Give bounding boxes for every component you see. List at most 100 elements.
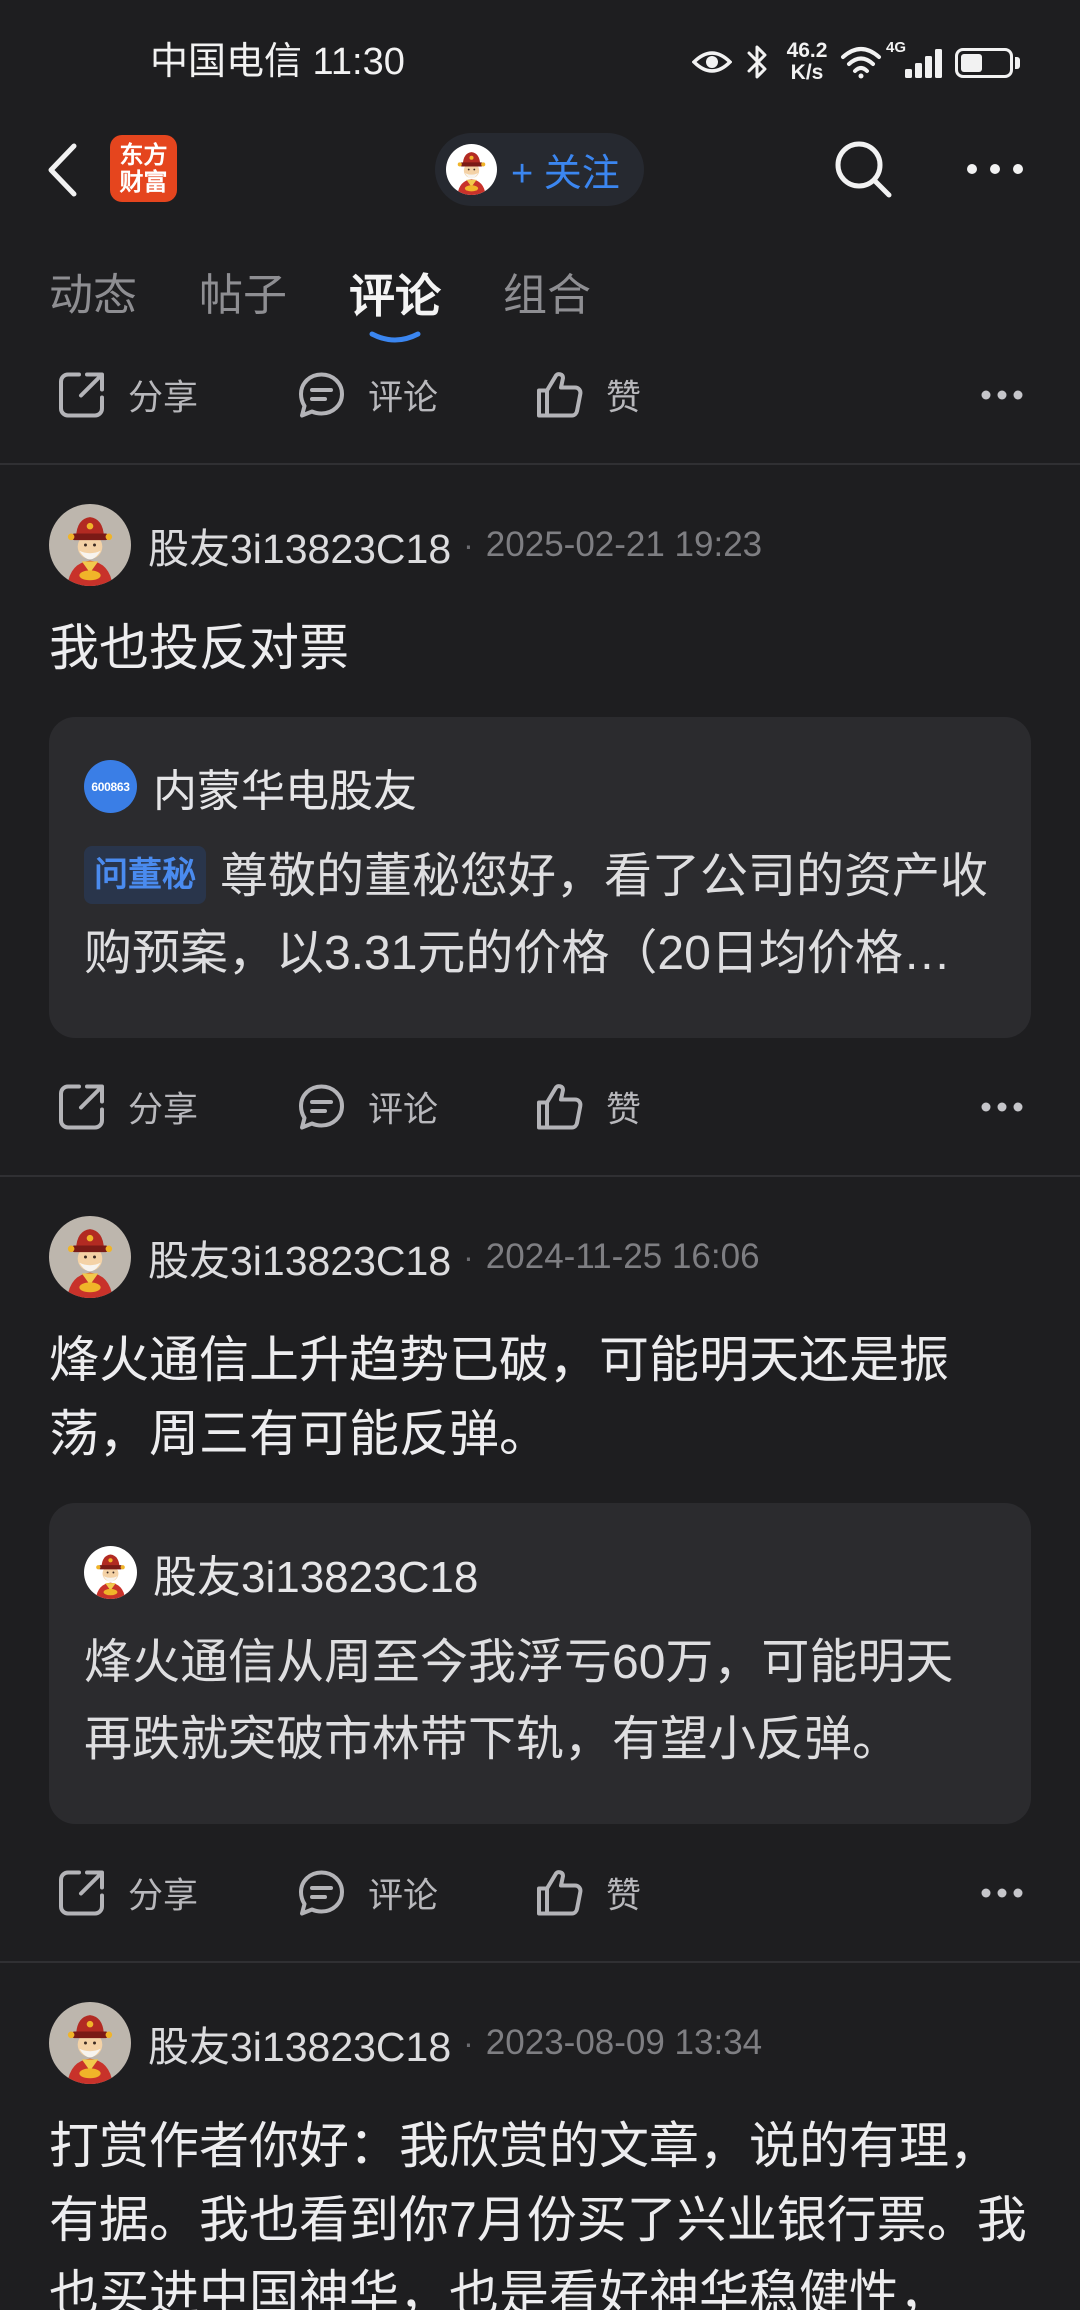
tab-comments[interactable]: 评论 xyxy=(349,256,441,343)
user-avatar-icon xyxy=(49,2002,131,2084)
app-logo-line2: 财富 xyxy=(119,168,168,196)
comment-icon xyxy=(299,1084,344,1129)
post-header: 股友3i13823C18 · 2025-02-21 19:23 xyxy=(49,504,1031,586)
app-logo: 东方 财富 xyxy=(110,135,177,202)
share-icon xyxy=(59,1870,104,1915)
username[interactable]: 股友3i13823C18 xyxy=(148,515,451,575)
avatar[interactable] xyxy=(49,504,131,586)
quoted-text: 烽火通信从周至今我浮亏60万，可能明天再跌就突破市林带下轨，有望小反弹。 xyxy=(84,1636,954,1766)
tab-label: 组合 xyxy=(503,271,591,320)
quoted-post-header: 600863 内蒙华电股友 xyxy=(84,760,996,816)
user-avatar-icon xyxy=(49,504,131,586)
comment-post: 股友3i13823C18 · 2024-11-25 16:06 烽火通信上升趋势… xyxy=(0,1177,1080,1824)
tab-portfolio[interactable]: 组合 xyxy=(503,256,591,336)
comment-button[interactable]: 评论 xyxy=(295,368,438,421)
tab-label: 动态 xyxy=(49,271,137,320)
more-options-icon[interactable] xyxy=(980,1887,1024,1899)
share-button[interactable]: 分享 xyxy=(55,1080,198,1133)
avatar xyxy=(84,1546,137,1599)
user-avatar-icon xyxy=(446,144,497,195)
comment-label: 评论 xyxy=(368,1876,439,1915)
quoted-author: 股友3i13823C18 xyxy=(153,1552,479,1602)
post-actions: 分享 评论 赞 xyxy=(0,1038,1080,1175)
like-label: 赞 xyxy=(606,378,642,417)
tab-label: 帖子 xyxy=(199,271,287,320)
profile-tabs: 动态 帖子 评论 组合 xyxy=(49,256,591,343)
comment-button[interactable]: 评论 xyxy=(295,1866,438,1919)
battery-level-fill xyxy=(961,54,982,72)
search-icon xyxy=(835,141,892,198)
stock-code-badge: 600863 xyxy=(84,760,137,813)
share-icon xyxy=(59,1084,104,1129)
post-content[interactable]: 打赏作者你好：我欣赏的文章，说的有理，有据。我也看到你7月份买了兴业银行票。我也… xyxy=(49,2109,1031,2310)
carrier-and-time: 中国电信 11:30 xyxy=(150,41,405,83)
like-icon xyxy=(537,1083,583,1129)
app-logo-line1: 东方 xyxy=(119,141,168,169)
signal-icon xyxy=(905,49,942,78)
like-button[interactable]: 赞 xyxy=(533,1080,641,1133)
more-options-icon[interactable] xyxy=(980,389,1024,401)
tab-label: 评论 xyxy=(349,270,441,322)
comment-post: 股友3i13823C18 · 2023-08-09 13:34 打赏作者你好：我… xyxy=(0,1963,1080,2310)
meta-separator: · xyxy=(463,2024,474,2061)
post-timestamp: 2024-11-25 16:06 xyxy=(485,1237,760,1276)
like-button[interactable]: 赞 xyxy=(533,1866,641,1919)
post-header: 股友3i13823C18 · 2024-11-25 16:06 xyxy=(49,1216,1031,1298)
quoted-text-block: 问董秘 尊敬的董秘您好，看了公司的资产收购预案，以3.31元的价格（20日均价格… xyxy=(84,838,996,992)
comment-post: 股友3i13823C18 · 2025-02-21 19:23 我也投反对票 6… xyxy=(0,465,1080,1038)
like-icon xyxy=(537,371,583,417)
post-content[interactable]: 烽火通信上升趋势已破，可能明天还是振荡，周三有可能反弹。 xyxy=(49,1323,1031,1471)
post-timestamp: 2023-08-09 13:34 xyxy=(485,2023,763,2062)
like-button[interactable]: 赞 xyxy=(533,368,641,421)
post-content[interactable]: 我也投反对票 xyxy=(49,611,1031,685)
share-label: 分享 xyxy=(128,378,199,417)
search-button[interactable] xyxy=(832,138,894,200)
avatar[interactable] xyxy=(49,1216,131,1298)
post-actions: 分享 评论 赞 xyxy=(0,1824,1080,1961)
follow-button[interactable]: + 关注 xyxy=(435,133,644,206)
user-avatar-icon xyxy=(49,1216,131,1298)
more-button[interactable] xyxy=(964,161,1026,177)
share-icon xyxy=(59,372,104,417)
like-label: 赞 xyxy=(606,1090,642,1129)
back-arrow-icon xyxy=(48,143,77,197)
share-button[interactable]: 分享 xyxy=(55,1866,198,1919)
comment-label: 评论 xyxy=(368,1090,439,1129)
battery-outline xyxy=(955,48,1013,78)
tab-dynamics[interactable]: 动态 xyxy=(49,256,137,336)
qa-tag: 问董秘 xyxy=(84,846,206,905)
battery-terminal xyxy=(1015,57,1020,69)
quoted-post-card[interactable]: 600863 内蒙华电股友 问董秘 尊敬的董秘您好，看了公司的资产收购预案，以3.… xyxy=(49,717,1031,1038)
network-speed: 46.2 K/s xyxy=(780,40,834,84)
network-type: 4G xyxy=(886,39,907,56)
tab-posts[interactable]: 帖子 xyxy=(199,256,287,336)
network-speed-value: 46.2 xyxy=(786,39,828,62)
quoted-author: 内蒙华电股友 xyxy=(153,766,417,816)
meta-separator: · xyxy=(463,1238,474,1275)
share-button[interactable]: 分享 xyxy=(55,368,198,421)
bluetooth-icon xyxy=(747,45,767,79)
avatar xyxy=(446,144,497,195)
battery-icon xyxy=(955,48,1021,78)
post-header: 股友3i13823C18 · 2023-08-09 13:34 xyxy=(49,2002,1031,2084)
like-label: 赞 xyxy=(606,1876,642,1915)
username[interactable]: 股友3i13823C18 xyxy=(148,2013,451,2073)
more-options-icon[interactable] xyxy=(980,1101,1024,1113)
comment-button[interactable]: 评论 xyxy=(295,1080,438,1133)
status-bar: 中国电信 11:30 46.2 K/s 4G xyxy=(0,0,1080,125)
share-label: 分享 xyxy=(128,1090,199,1129)
more-icon xyxy=(967,164,1023,174)
like-icon xyxy=(537,1869,583,1915)
meta-separator: · xyxy=(463,526,474,563)
username[interactable]: 股友3i13823C18 xyxy=(148,1227,451,1287)
network-speed-unit: K/s xyxy=(790,61,824,84)
follow-label: + 关注 xyxy=(511,153,620,195)
avatar[interactable] xyxy=(49,2002,131,2084)
comment-icon xyxy=(299,372,344,417)
post-timestamp: 2025-02-21 19:23 xyxy=(485,525,763,564)
post-actions: 分享 评论 赞 xyxy=(0,326,1080,463)
back-button[interactable] xyxy=(44,141,84,199)
top-nav-bar: 东方 财富 + 关注 xyxy=(0,115,1080,223)
quoted-post-card[interactable]: 股友3i13823C18 烽火通信从周至今我浮亏60万，可能明天再跌就突破市林带… xyxy=(49,1503,1031,1824)
quoted-text: 尊敬的董秘您好，看了公司的资产收购预案，以3.31元的价格（20日均价格… xyxy=(84,850,989,980)
